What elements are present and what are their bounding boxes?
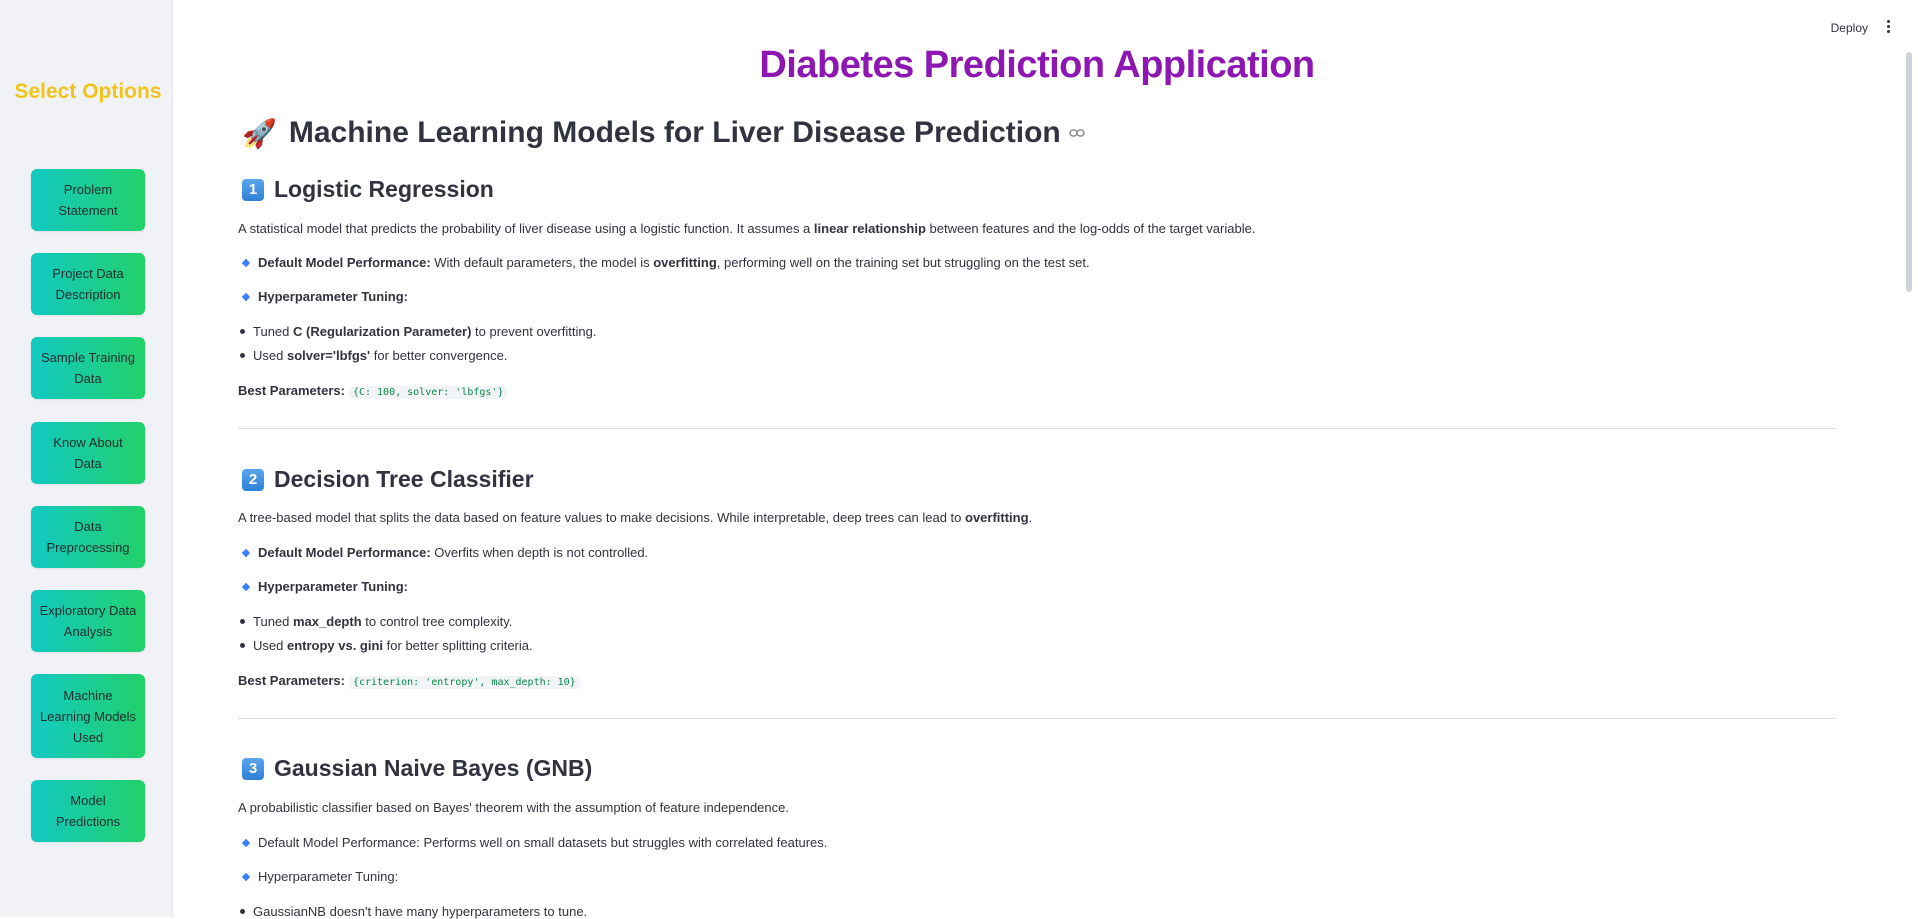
list-item: Tuned C (Regularization Parameter) to pr…: [238, 324, 596, 339]
nav-data-preprocessing-button[interactable]: Data Preprocessing: [31, 506, 145, 568]
text: to prevent overfitting.: [471, 324, 597, 339]
nav-problem-statement-button[interactable]: Problem Statement: [31, 169, 145, 231]
nav-exploratory-data-analysis-button[interactable]: Exploratory Data Analysis: [31, 590, 145, 652]
best-parameters: Best Parameters: {C: 100, solver: 'lbfgs'…: [238, 383, 508, 399]
nav-label: Know About Data: [53, 435, 123, 471]
more-vertical-icon[interactable]: [1884, 20, 1892, 36]
performance-item: Default Model Performance: Overfits when…: [238, 545, 648, 560]
model-description: A probabilistic classifier based on Baye…: [238, 800, 789, 815]
text: between features and the log-odds of the…: [925, 221, 1256, 236]
bullet-icon: [240, 329, 245, 334]
model-title: Logistic Regression: [274, 176, 494, 202]
text: With default parameters, the model is: [430, 255, 654, 270]
tuning-item: Hyperparameter Tuning:: [238, 869, 398, 884]
list-item: Used entropy vs. gini for better splitti…: [238, 638, 533, 653]
scrollbar-thumb[interactable]: [1906, 52, 1912, 292]
model-description: A statistical model that predicts the pr…: [238, 221, 1255, 236]
diamond-icon: [241, 292, 251, 302]
model-title: Decision Tree Classifier: [274, 466, 534, 492]
text-bold: entropy vs. gini: [286, 638, 384, 653]
sidebar-title: Select Options: [14, 80, 162, 103]
model-heading: 2 Decision Tree Classifier: [242, 466, 534, 493]
text: Used: [253, 638, 287, 653]
number-badge-icon: 2: [242, 468, 264, 491]
app-title: Diabetes Prediction Application: [759, 44, 1315, 86]
text-bold: linear relationship: [813, 221, 926, 236]
link-icon[interactable]: [1069, 128, 1085, 138]
text: Overfits when depth is not controlled.: [430, 545, 649, 560]
divider: [238, 428, 1836, 429]
text: Default Model Performance: Performs well…: [258, 835, 828, 850]
list-item: Tuned max_depth to control tree complexi…: [238, 614, 512, 629]
bullet-icon: [240, 619, 245, 624]
section-title: Machine Learning Models for Liver Diseas…: [288, 116, 1061, 149]
rocket-icon: 🚀: [242, 117, 277, 149]
text-bold: overfitting: [653, 255, 717, 270]
diamond-icon: [241, 838, 251, 848]
diamond-icon: [241, 548, 251, 558]
text-bold: Best Parameters:: [238, 383, 345, 398]
text: for better convergence.: [370, 348, 508, 363]
performance-item: Default Model Performance: Performs well…: [238, 835, 827, 850]
text-bold: overfitting: [965, 510, 1029, 525]
model-heading: 1 Logistic Regression: [242, 176, 494, 203]
nav-know-about-data-button[interactable]: Know About Data: [31, 422, 145, 484]
text-bold: Default Model Performance:: [258, 545, 431, 560]
text-bold: Best Parameters:: [238, 673, 345, 688]
diamond-icon: [241, 872, 251, 882]
model-title: Gaussian Naive Bayes (GNB): [274, 755, 593, 781]
text-bold: Default Model Performance:: [258, 255, 431, 270]
text: for better splitting criteria.: [383, 638, 533, 653]
text-bold: max_depth: [293, 614, 362, 629]
text: A tree-based model that splits the data …: [238, 510, 965, 525]
text: .: [1028, 510, 1033, 525]
bullet-icon: [240, 353, 245, 358]
bullet-icon: [240, 643, 245, 648]
scrollbar[interactable]: [1906, 52, 1912, 292]
text: Hyperparameter Tuning:: [258, 869, 399, 884]
nav-label: Problem Statement: [58, 182, 118, 218]
bullet-icon: [240, 909, 245, 914]
nav-machine-learning-models-button[interactable]: Machine Learning Models Used: [31, 674, 145, 758]
text: Tuned: [253, 324, 293, 339]
sidebar: Select Options Problem Statement Project…: [0, 0, 173, 917]
performance-item: Default Model Performance: With default …: [238, 255, 1090, 270]
model-heading: 3 Gaussian Naive Bayes (GNB): [242, 755, 592, 782]
code-snippet: {C: 100, solver: 'lbfgs'}: [348, 386, 508, 399]
tuning-item: Hyperparameter Tuning:: [238, 289, 408, 304]
deploy-button[interactable]: Deploy: [1831, 21, 1868, 35]
section-heading: 🚀 Machine Learning Models for Liver Dise…: [242, 116, 1085, 150]
text-bold: solver='lbfgs': [286, 348, 371, 363]
code-snippet: {criterion: 'entropy', max_depth: 10}: [348, 676, 580, 689]
divider: [238, 718, 1836, 719]
best-parameters: Best Parameters: {criterion: 'entropy', m…: [238, 673, 580, 689]
nav-label: Data Preprocessing: [46, 519, 130, 555]
nav-label: Project Data Description: [52, 266, 124, 302]
text-bold: Hyperparameter Tuning:: [258, 579, 409, 594]
nav-sample-training-data-button[interactable]: Sample Training Data: [31, 337, 145, 399]
diamond-icon: [241, 258, 251, 268]
nav-label: Model Predictions: [55, 793, 121, 829]
nav-model-predictions-button[interactable]: Model Predictions: [31, 780, 145, 842]
nav-label: Machine Learning Models Used: [39, 687, 137, 745]
tuning-item: Hyperparameter Tuning:: [238, 579, 408, 594]
text: , performing well on the training set bu…: [716, 255, 1090, 270]
text: Tuned: [253, 614, 293, 629]
list-item: Used solver='lbfgs' for better convergen…: [238, 348, 507, 363]
number-badge-icon: 1: [242, 178, 264, 201]
model-description: A tree-based model that splits the data …: [238, 510, 1032, 525]
text-bold: Hyperparameter Tuning:: [258, 289, 409, 304]
text: A statistical model that predicts the pr…: [238, 221, 814, 236]
number-badge-icon: 3: [242, 757, 264, 780]
nav-label: Exploratory Data Analysis: [39, 603, 137, 639]
text: Used: [253, 348, 287, 363]
text-bold: C (Regularization Parameter): [293, 324, 472, 339]
nav-label: Sample Training Data: [41, 350, 135, 386]
nav-project-data-description-button[interactable]: Project Data Description: [31, 253, 145, 315]
diamond-icon: [241, 582, 251, 592]
text: to control tree complexity.: [361, 614, 513, 629]
